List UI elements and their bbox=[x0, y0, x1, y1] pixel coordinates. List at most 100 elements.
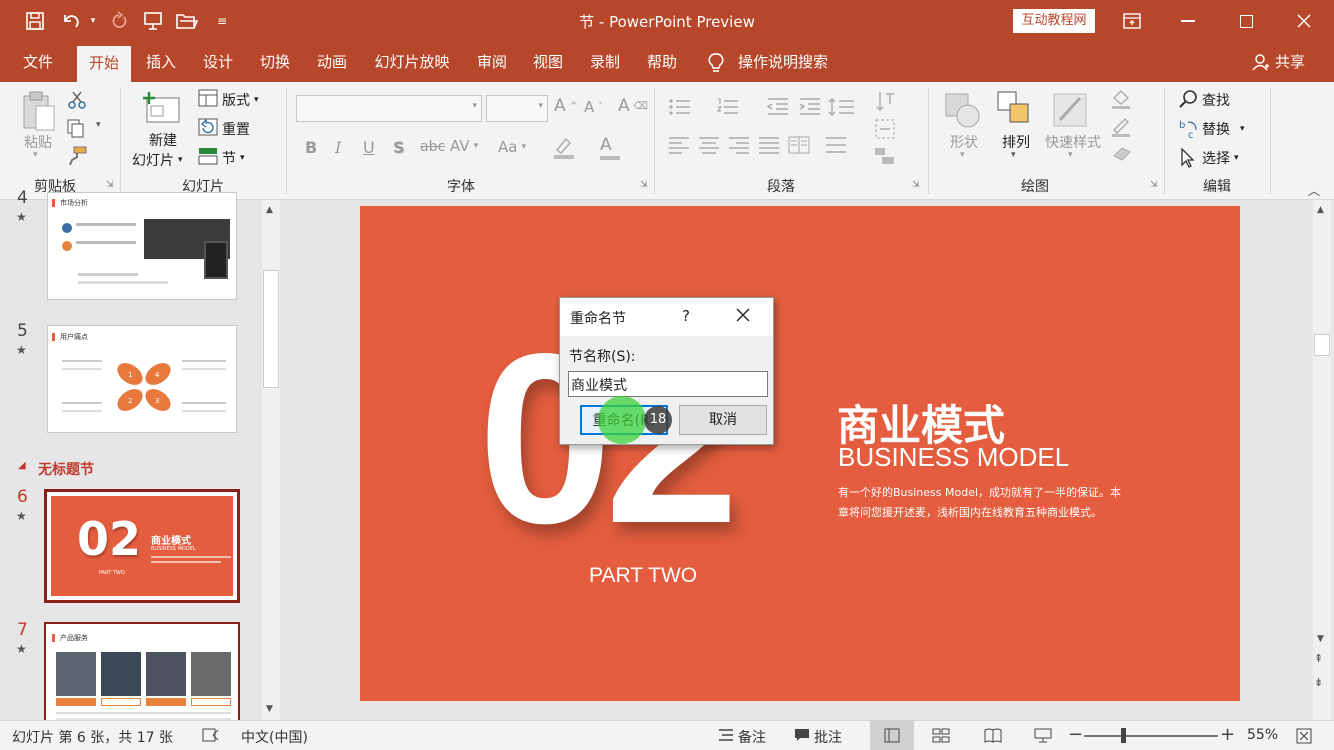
notes-icon[interactable] bbox=[718, 728, 734, 746]
find-icon[interactable] bbox=[1178, 89, 1200, 113]
zoom-slider-track[interactable] bbox=[1084, 735, 1218, 737]
shape-effects-icon[interactable] bbox=[1110, 144, 1134, 170]
arrange-icon[interactable] bbox=[996, 90, 1032, 130]
layout-button[interactable]: 版式 ▾ bbox=[222, 90, 259, 110]
tab-help[interactable]: 帮助 bbox=[637, 42, 687, 82]
undo-icon[interactable] bbox=[56, 8, 86, 34]
open-folder-icon[interactable] bbox=[174, 8, 200, 34]
text-shadow-button[interactable]: S bbox=[393, 138, 405, 157]
tab-insert[interactable]: 插入 bbox=[136, 42, 186, 82]
slide-part-label[interactable]: PART TWO bbox=[589, 564, 697, 588]
tab-slideshow[interactable]: 幻灯片放映 bbox=[364, 42, 460, 82]
slide-thumbnail-5[interactable]: 用户痛点 1 2 3 4 bbox=[47, 325, 237, 433]
bullets-icon[interactable] bbox=[668, 98, 694, 120]
reading-view-icon[interactable] bbox=[984, 728, 1002, 747]
tab-animations[interactable]: 动画 bbox=[307, 42, 357, 82]
reset-icon[interactable] bbox=[198, 118, 218, 140]
new-slide-label[interactable]: 新建 bbox=[130, 130, 196, 150]
scroll-down-icon[interactable]: ▼ bbox=[266, 704, 273, 714]
reset-button[interactable]: 重置 bbox=[222, 119, 250, 139]
section-collapse-icon[interactable]: ◢ bbox=[18, 460, 26, 471]
strikethrough-button[interactable]: abc bbox=[420, 139, 445, 155]
font-launcher-icon[interactable]: ⇲ bbox=[640, 180, 648, 190]
replace-button[interactable]: 替换 ▾ bbox=[1202, 119, 1245, 139]
fit-to-window-icon[interactable] bbox=[1296, 728, 1312, 748]
slideshow-view-icon[interactable] bbox=[1034, 728, 1052, 747]
slide-subheading[interactable]: BUSINESS MODEL bbox=[838, 442, 1069, 473]
align-center-icon[interactable] bbox=[698, 136, 720, 158]
section-icon[interactable] bbox=[198, 147, 218, 169]
justify-icon[interactable] bbox=[758, 136, 780, 158]
zoom-in-button[interactable]: + bbox=[1220, 724, 1235, 745]
cut-icon[interactable] bbox=[66, 90, 88, 114]
align-right-icon[interactable] bbox=[728, 136, 750, 158]
slide-thumbnail-4[interactable]: 市场分析 bbox=[47, 192, 237, 300]
scroll-down-icon[interactable]: ▼ bbox=[1317, 634, 1324, 644]
new-slide-button[interactable]: 幻灯片 ▾ bbox=[132, 150, 183, 170]
tab-home[interactable]: 开始 bbox=[77, 46, 131, 82]
clear-formatting-icon[interactable]: A ⌫ bbox=[618, 96, 648, 116]
undo-dropdown-icon[interactable]: ▾ bbox=[86, 8, 100, 34]
tell-me-search[interactable]: 操作说明搜索 bbox=[738, 42, 834, 82]
shapes-icon[interactable] bbox=[944, 90, 984, 134]
clipboard-launcher-icon[interactable]: ⇲ bbox=[106, 180, 114, 190]
normal-view-button[interactable] bbox=[870, 721, 914, 750]
align-text-vertical-icon[interactable] bbox=[874, 118, 896, 144]
zoom-out-button[interactable]: − bbox=[1068, 724, 1083, 745]
slide-counter[interactable]: 幻灯片 第 6 张，共 17 张 bbox=[12, 727, 173, 747]
save-icon[interactable] bbox=[22, 8, 48, 34]
scroll-up-icon[interactable]: ▲ bbox=[1317, 205, 1324, 215]
shape-fill-icon[interactable] bbox=[1110, 88, 1134, 114]
underline-button[interactable]: U bbox=[363, 138, 375, 157]
paste-button[interactable]: 粘贴 bbox=[20, 132, 56, 152]
scroll-thumb[interactable] bbox=[263, 270, 279, 388]
arrange-button[interactable]: 排列 bbox=[998, 132, 1034, 152]
scroll-up-icon[interactable]: ▲ bbox=[266, 205, 273, 215]
maximize-icon[interactable] bbox=[1226, 0, 1266, 42]
cancel-button[interactable]: 取消 bbox=[679, 405, 767, 435]
share-button[interactable]: 共享 bbox=[1272, 42, 1308, 82]
shape-outline-icon[interactable] bbox=[1110, 116, 1134, 142]
smartart-icon[interactable] bbox=[874, 146, 898, 170]
select-arrow-icon[interactable] bbox=[1178, 147, 1198, 173]
text-direction-icon[interactable] bbox=[874, 90, 896, 116]
notes-button[interactable]: 备注 bbox=[738, 727, 766, 747]
slide-thumbnail-6[interactable]: 02 商业模式 BUSINESS MODEL PART TWO bbox=[44, 489, 240, 603]
shapes-button[interactable]: 形状 bbox=[946, 132, 982, 152]
tab-file[interactable]: 文件 bbox=[12, 42, 64, 82]
slide-body-line-2[interactable]: 章将问您援开述麦，浅析国内在线教育五种商业模式。 bbox=[838, 504, 1102, 520]
scroll-thumb[interactable] bbox=[1314, 334, 1330, 356]
change-case-button[interactable]: Aa ▾ bbox=[498, 138, 526, 156]
replace-icon[interactable]: bc bbox=[1178, 118, 1200, 144]
copy-icon[interactable] bbox=[66, 118, 90, 142]
numbering-icon[interactable] bbox=[716, 98, 742, 120]
section-name-input[interactable]: 商业模式 bbox=[568, 371, 768, 397]
slide-scrollbar[interactable]: ▲ ▼ ⇞ ⇟ bbox=[1313, 200, 1331, 720]
tab-review[interactable]: 审阅 bbox=[467, 42, 517, 82]
paste-icon[interactable] bbox=[20, 90, 56, 136]
next-slide-icon[interactable]: ⇟ bbox=[1314, 676, 1323, 689]
drawing-launcher-icon[interactable]: ⇲ bbox=[1150, 180, 1158, 190]
ribbon-display-icon[interactable] bbox=[1112, 0, 1152, 42]
section-header[interactable]: 无标题节 bbox=[38, 459, 94, 479]
align-text-icon[interactable] bbox=[824, 136, 854, 158]
find-button[interactable]: 查找 bbox=[1202, 90, 1230, 110]
new-slide-icon[interactable] bbox=[141, 90, 183, 130]
font-color-button[interactable]: A bbox=[600, 135, 620, 160]
comments-icon[interactable] bbox=[794, 728, 810, 746]
redo-icon[interactable] bbox=[106, 8, 132, 34]
collapse-ribbon-icon[interactable]: ︿ bbox=[1308, 182, 1320, 199]
bold-button[interactable]: B bbox=[305, 138, 317, 157]
italic-button[interactable]: I bbox=[335, 138, 341, 157]
accessibility-icon[interactable] bbox=[202, 727, 220, 747]
layout-icon[interactable] bbox=[198, 89, 218, 111]
format-painter-icon[interactable] bbox=[66, 146, 88, 170]
paste-dropdown-icon[interactable]: ▾ bbox=[33, 150, 38, 160]
paragraph-launcher-icon[interactable]: ⇲ bbox=[912, 180, 920, 190]
increase-indent-icon[interactable] bbox=[798, 98, 822, 120]
shrink-font-icon[interactable]: Aˇ bbox=[584, 98, 603, 116]
grow-font-icon[interactable]: A ^ bbox=[554, 96, 578, 116]
language-indicator[interactable]: 中文(中国) bbox=[241, 727, 308, 747]
columns-icon[interactable] bbox=[788, 136, 810, 158]
zoom-level[interactable]: 55% bbox=[1247, 727, 1278, 743]
